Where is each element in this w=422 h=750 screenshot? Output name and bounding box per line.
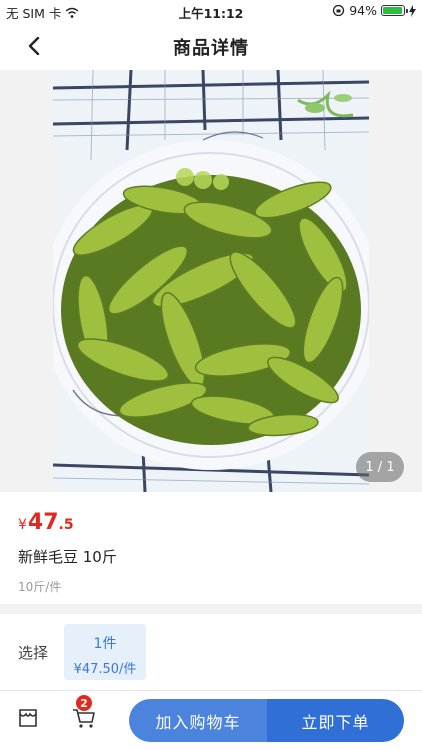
price-currency: ¥ [18,517,27,533]
battery-fill [383,7,402,14]
product-unit: 10斤/件 [18,580,62,594]
store-button[interactable] [17,707,43,733]
edamame-photo [53,70,369,492]
sku-label: 选择 [18,644,49,662]
nav-bar: 商品详情 [0,22,422,70]
store-icon [19,709,37,727]
sku-selector: 选择 1件 ¥47.50/件 [0,614,422,690]
battery-percent: 94% [349,3,377,18]
status-right: 94% [332,3,416,18]
rotation-lock-icon [333,4,345,17]
sku-option[interactable]: 1件 ¥47.50/件 [64,624,146,680]
status-bar: 无 SIM 卡 上午11:12 94% [0,0,422,22]
product-price: ¥ 47 .5 [18,510,74,535]
product-gallery[interactable]: 1 / 1 [0,70,422,492]
sku-price: ¥47.50/件 [73,662,137,677]
cart-badge: 2 [76,695,92,711]
product-name: 新鲜毛豆 10斤 [18,548,117,566]
price-decimal: .5 [58,517,74,533]
buy-now-button[interactable]: 立即下单 [267,699,404,742]
page-title: 商品详情 [173,38,249,59]
product-info: ¥ 47 .5 新鲜毛豆 10斤 10斤/件 [0,492,422,604]
image-pager: 1 / 1 [356,452,404,482]
price-integer: 47 [27,510,59,535]
battery-icon [381,5,408,16]
add-to-cart-button[interactable]: 加入购物车 [129,699,267,742]
sku-quantity: 1件 [93,636,117,652]
charging-icon [409,4,416,17]
product-image[interactable] [53,70,369,492]
bottom-action-bar: 2 加入购物车 立即下单 [0,690,422,750]
